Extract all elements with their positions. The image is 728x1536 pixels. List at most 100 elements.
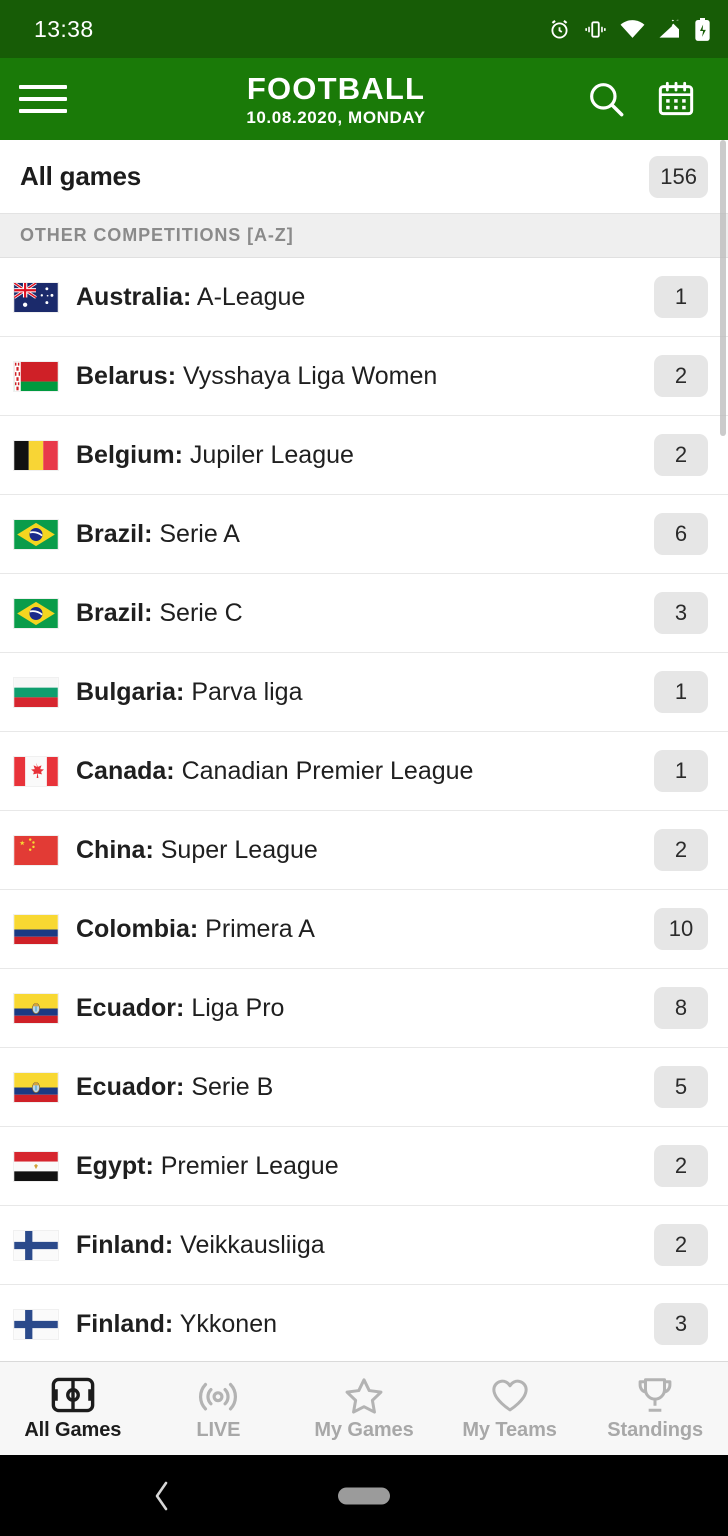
competition-label: Finland: Veikkausliiga [58,1231,654,1260]
competition-row[interactable]: Finland: Ykkonen 3 [0,1285,728,1361]
competition-count-badge: 2 [654,1145,708,1187]
flag-finland-icon [14,1230,58,1260]
calendar-icon[interactable] [656,79,696,119]
competition-country: Finland: [76,1309,174,1338]
competition-league: A-League [196,282,306,311]
flag-colombia-icon [14,914,58,944]
flag-china-icon [14,835,58,865]
competition-count-badge: 8 [654,987,708,1029]
competition-league: Veikkausliiga [180,1230,325,1259]
competition-count-badge: 2 [654,434,708,476]
competition-league: Premier League [160,1151,339,1180]
competition-league: Vysshaya Liga Women [183,361,438,390]
section-header-label: OTHER COMPETITIONS [A-Z] [20,225,294,245]
competition-count-badge: 1 [654,671,708,713]
competition-label: Brazil: Serie C [58,599,654,628]
competition-count-badge: 5 [654,1066,708,1108]
bottom-nav-item-live[interactable]: LIVE [146,1362,292,1455]
flag-bulgaria-icon [14,677,58,707]
competition-label: Brazil: Serie A [58,520,654,549]
competition-row[interactable]: Finland: Veikkausliiga 2 [0,1206,728,1285]
competition-count-badge: 3 [654,592,708,634]
flag-egypt-icon [14,1151,58,1181]
app-bar-actions [586,79,728,119]
competition-country: Australia: [76,282,192,311]
competition-count-badge: 10 [654,908,708,950]
competition-country: Brazil: [76,598,153,627]
competition-country: Finland: [76,1230,174,1259]
vibrate-icon [585,20,606,38]
vertical-scrollbar[interactable] [720,140,726,436]
trophy-icon [633,1376,677,1414]
competition-label: Egypt: Premier League [58,1152,654,1181]
bottom-nav-item-my-teams[interactable]: My Teams [437,1362,583,1455]
competition-count-badge: 3 [654,1303,708,1345]
flag-finland-icon [14,1309,58,1339]
competition-row[interactable]: Egypt: Premier League 2 [0,1127,728,1206]
flag-belgium-icon [14,440,58,470]
bottom-nav-label: My Games [314,1418,414,1441]
competition-country: Ecuador: [76,993,185,1022]
competition-row[interactable]: Canada: Canadian Premier League 1 [0,732,728,811]
competition-row[interactable]: Colombia: Primera A 10 [0,890,728,969]
competition-league: Primera A [205,914,315,943]
star-icon [342,1376,386,1414]
competition-row[interactable]: Belarus: Vysshaya Liga Women 2 [0,337,728,416]
competition-count-badge: 2 [654,1224,708,1266]
competition-label: Colombia: Primera A [58,915,654,944]
competition-row[interactable]: Brazil: Serie C3 [0,574,728,653]
flag-canada-icon [14,756,58,786]
competition-label: Belarus: Vysshaya Liga Women [58,362,654,391]
status-bar-clock: 13:38 [34,15,94,42]
section-header-other-competitions: OTHER COMPETITIONS [A-Z] [0,214,728,258]
home-pill-icon[interactable] [338,1487,390,1504]
competition-league: Jupiler League [189,440,354,469]
back-chevron-icon[interactable] [150,1478,172,1514]
competition-country: Ecuador: [76,1072,185,1101]
bottom-nav-label: Standings [607,1418,704,1441]
flag-brazil-icon [14,598,58,628]
bottom-nav-item-standings[interactable]: Standings [582,1362,728,1455]
competition-label: Ecuador: Liga Pro [58,994,654,1023]
competition-row[interactable]: Ecuador: Liga Pro 8 [0,969,728,1048]
competition-list: Australia: A-League 1 Belarus: Vysshaya L… [0,258,728,1361]
competition-label: Ecuador: Serie B [58,1073,654,1102]
app-bar: FOOTBALL 10.08.2020, MONDAY [0,58,728,140]
bottom-nav-item-all-games[interactable]: All Games [0,1362,146,1455]
competition-row[interactable]: Ecuador: Serie B5 [0,1048,728,1127]
flag-belarus-icon [14,361,58,391]
competition-count-badge: 1 [654,750,708,792]
competition-count-badge: 6 [654,513,708,555]
competition-row[interactable]: Belgium: Jupiler League 2 [0,416,728,495]
all-games-row[interactable]: All games 156 [0,140,728,214]
app-bar-title-block: FOOTBALL 10.08.2020, MONDAY [86,73,586,126]
competition-row[interactable]: China: Super League 2 [0,811,728,890]
competition-label: Australia: A-League [58,283,654,312]
search-icon[interactable] [586,79,626,119]
competition-country: Brazil: [76,519,153,548]
competition-league: Serie B [191,1072,274,1101]
competition-label: Bulgaria: Parva liga [58,678,654,707]
competitions-scroll-area[interactable]: All games 156 OTHER COMPETITIONS [A-Z] A… [0,140,728,1361]
flag-ecuador-icon [14,993,58,1023]
competition-count-badge: 2 [654,355,708,397]
competition-row[interactable]: Australia: A-League 1 [0,258,728,337]
android-navigation-bar [0,1455,728,1536]
flag-australia-icon [14,282,58,312]
competition-league: Liga Pro [191,993,285,1022]
competition-country: Bulgaria: [76,677,185,706]
battery-charging-icon [695,17,710,41]
competition-label: Canada: Canadian Premier League [58,757,654,786]
competition-row[interactable]: Brazil: Serie A6 [0,495,728,574]
heart-icon [488,1376,532,1414]
status-bar: 13:38 [0,0,728,58]
competition-row[interactable]: Bulgaria: Parva liga 1 [0,653,728,732]
signal-icon [659,19,680,38]
competition-count-badge: 1 [654,276,708,318]
bottom-nav-item-my-games[interactable]: My Games [291,1362,437,1455]
hamburger-icon[interactable] [0,85,86,113]
all-games-label: All games [20,161,142,191]
broadcast-icon [196,1376,240,1414]
bottom-nav-label: My Teams [462,1418,557,1441]
competition-count-badge: 2 [654,829,708,871]
